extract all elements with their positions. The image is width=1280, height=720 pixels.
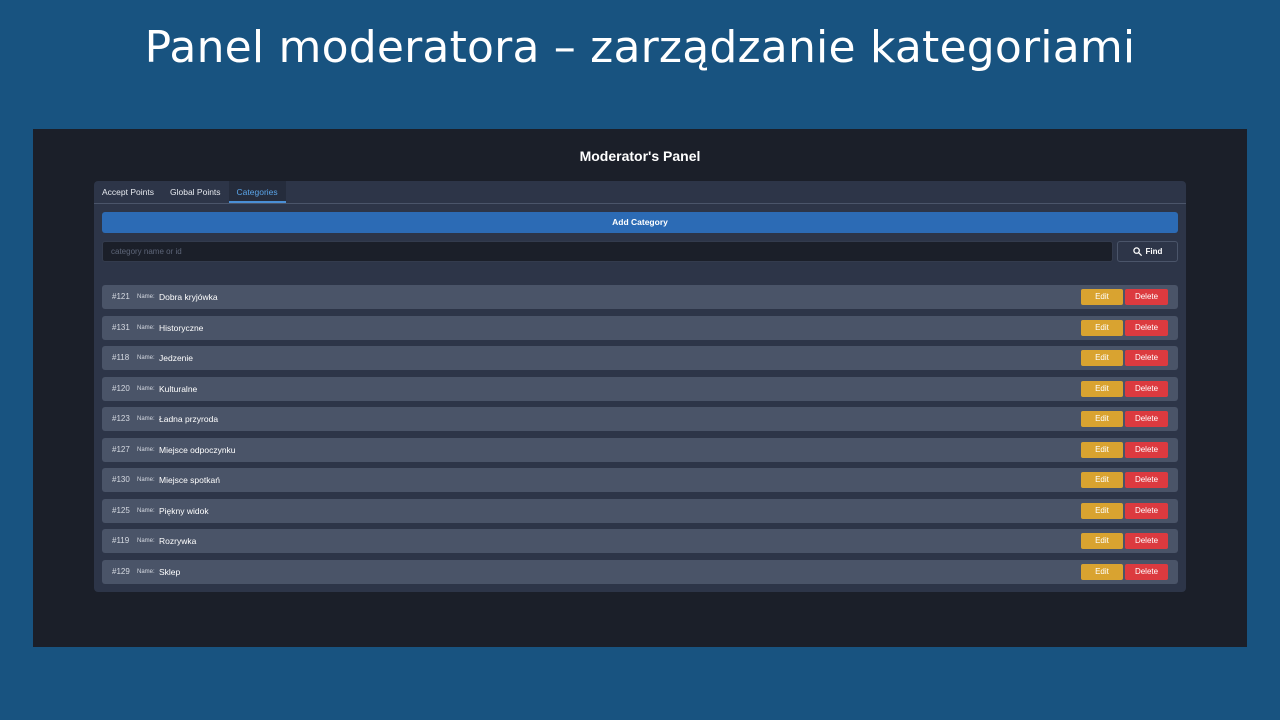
category-id: #119 (112, 536, 130, 545)
category-name: Jedzenie (159, 353, 194, 363)
tab-accept-points[interactable]: Accept Points (94, 181, 162, 203)
category-id: #118 (112, 353, 130, 362)
category-id: #121 (112, 292, 130, 301)
edit-button[interactable]: Edit (1081, 319, 1123, 336)
category-name: Sklep (159, 566, 181, 577)
category-id: #131 (112, 322, 130, 332)
category-name: Rozrywka (159, 536, 197, 546)
name-label: Name: (137, 568, 155, 575)
name-label: Name: (137, 416, 155, 422)
category-id: #123 (112, 414, 130, 423)
edit-button[interactable]: Edit (1081, 441, 1123, 458)
category-list: #121 Name: Dobra kryjówka Edit Delete #1… (102, 285, 1178, 590)
name-label: Name: (137, 507, 155, 514)
category-name: Piękny widok (159, 505, 209, 516)
edit-button[interactable]: Edit (1081, 380, 1123, 397)
name-label: Name: (137, 355, 155, 361)
category-row: #119 Name: Rozrywka Edit Delete (102, 529, 1178, 553)
delete-button[interactable]: Delete (1125, 563, 1168, 580)
find-button[interactable]: Find (1117, 241, 1178, 262)
delete-button[interactable]: Delete (1125, 472, 1168, 488)
moderator-panel: Accept Points Global Points Categories A… (94, 181, 1186, 592)
name-label: Name: (137, 538, 155, 544)
edit-button[interactable]: Edit (1081, 472, 1123, 488)
find-label: Find (1145, 247, 1163, 256)
slide-title: Panel moderatora – zarządzanie kategoria… (144, 22, 1136, 73)
name-label: Name: (137, 385, 155, 392)
name-label: Name: (137, 324, 155, 331)
delete-button[interactable]: Delete (1125, 441, 1168, 458)
category-row: #131 Name: Historyczne Edit Delete (102, 315, 1178, 340)
name-label: Name: (137, 446, 155, 453)
edit-button[interactable]: Edit (1081, 533, 1123, 549)
category-id: #130 (112, 475, 130, 484)
category-row: #125 Name: Piękny widok Edit Delete (102, 498, 1178, 523)
search-input[interactable] (102, 241, 1113, 262)
category-row: #118 Name: Jedzenie Edit Delete (102, 346, 1178, 370)
delete-button[interactable]: Delete (1125, 533, 1168, 549)
category-row: #127 Name: Miejsce odpoczynku Edit Delet… (102, 437, 1178, 462)
category-name: Kulturalne (159, 383, 198, 394)
edit-button[interactable]: Edit (1081, 563, 1123, 580)
delete-button[interactable]: Delete (1125, 350, 1168, 366)
search-icon (1132, 247, 1142, 256)
category-row: #121 Name: Dobra kryjówka Edit Delete (102, 285, 1178, 309)
app-window: Moderator's Panel Accept Points Global P… (33, 129, 1247, 647)
add-category-button[interactable]: Add Category (102, 212, 1178, 233)
page-title: Moderator's Panel (579, 148, 701, 164)
delete-button[interactable]: Delete (1125, 411, 1168, 427)
category-row: #130 Name: Miejsce spotkań Edit Delete (102, 468, 1178, 492)
category-row: #120 Name: Kulturalne Edit Delete (102, 376, 1178, 401)
category-name: Ładna przyroda (159, 414, 219, 424)
name-label: Name: (137, 477, 155, 483)
delete-button[interactable]: Delete (1125, 380, 1168, 397)
edit-button[interactable]: Edit (1081, 350, 1123, 366)
category-name: Historyczne (159, 322, 204, 333)
category-id: #129 (112, 566, 130, 576)
category-row: #129 Name: Sklep Edit Delete (102, 559, 1178, 584)
category-name: Miejsce spotkań (159, 475, 220, 485)
edit-button[interactable]: Edit (1081, 502, 1123, 519)
name-label: Name: (137, 294, 155, 300)
category-name: Miejsce odpoczynku (159, 444, 236, 455)
category-id: #127 (112, 444, 130, 454)
category-id: #120 (112, 383, 130, 393)
delete-button[interactable]: Delete (1125, 502, 1168, 519)
tab-global-points[interactable]: Global Points (162, 181, 229, 203)
tab-categories[interactable]: Categories (228, 181, 286, 203)
category-id: #125 (112, 505, 130, 515)
category-row: #123 Name: Ładna przyroda Edit Delete (102, 407, 1178, 431)
delete-button[interactable]: Delete (1125, 289, 1168, 305)
delete-button[interactable]: Delete (1125, 319, 1168, 336)
edit-button[interactable]: Edit (1081, 289, 1123, 305)
tab-bar: Accept Points Global Points Categories (94, 181, 1186, 204)
category-name: Dobra kryjówka (159, 292, 218, 302)
edit-button[interactable]: Edit (1081, 411, 1123, 427)
